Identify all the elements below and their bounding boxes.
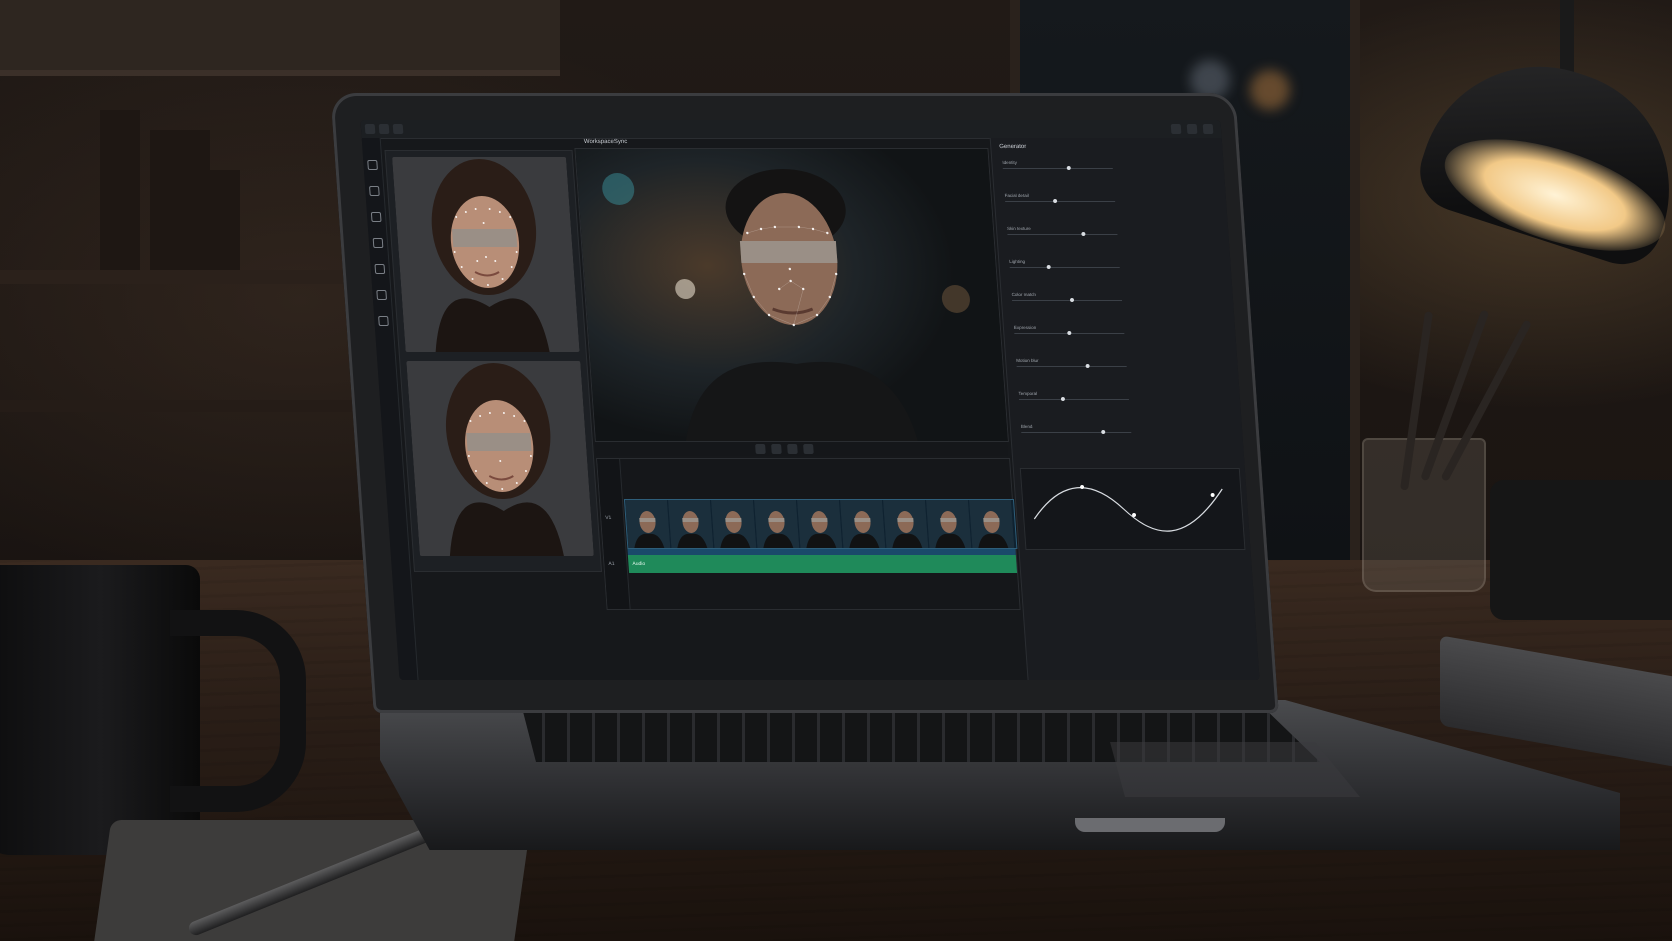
slider-knob[interactable] — [1100, 430, 1105, 434]
picture-frame — [0, 0, 560, 76]
settings-slider[interactable] — [1018, 397, 1129, 401]
play-icon[interactable] — [787, 444, 798, 454]
track-label-audio: A1 — [608, 561, 615, 567]
folder-open-icon[interactable] — [771, 444, 782, 454]
reference-faces-panel — [384, 150, 603, 572]
settings-slider[interactable] — [1009, 265, 1120, 269]
bokeh-light — [1250, 70, 1290, 110]
mask-icon[interactable] — [376, 290, 388, 300]
settings-row-label: Lighting — [1009, 259, 1026, 264]
slider-knob[interactable] — [1061, 397, 1066, 401]
main-video-viewer[interactable] — [574, 148, 1009, 442]
slider-knob[interactable] — [1052, 199, 1057, 203]
curve-graph-plot — [1033, 485, 1223, 532]
tab-sync[interactable]: Sync — [614, 139, 628, 145]
app-top-bar — [360, 120, 1222, 139]
settings-row: Blend — [1021, 424, 1222, 438]
settings-row-label: Expression — [1013, 325, 1037, 330]
folder-icon[interactable] — [378, 124, 390, 134]
audio-track-label: Audio — [632, 561, 646, 567]
settings-slider[interactable] — [1016, 364, 1127, 368]
settings-row-label: Identity — [1002, 160, 1018, 165]
timeline-clip-thumbnail[interactable] — [839, 500, 886, 548]
settings-row: Motion blur — [1016, 358, 1217, 372]
book — [100, 110, 140, 270]
slider-knob[interactable] — [1046, 265, 1051, 269]
settings-row-label: Color match — [1011, 292, 1037, 297]
skip-back-icon[interactable] — [755, 444, 766, 454]
settings-row-label: Facial detail — [1004, 193, 1029, 198]
reference-face-2[interactable] — [406, 361, 594, 556]
settings-row-label: Blend — [1020, 424, 1033, 429]
timeline-clip-thumbnail[interactable] — [667, 500, 714, 548]
video-track-clips[interactable] — [623, 499, 1018, 549]
settings-icon[interactable] — [1170, 124, 1182, 134]
menu-icon[interactable] — [364, 124, 376, 134]
pen-cup — [1362, 438, 1486, 592]
book — [180, 170, 240, 270]
camera — [1490, 480, 1672, 620]
timeline-clip-thumbnail[interactable] — [882, 500, 929, 548]
track-label-video: V1 — [605, 515, 612, 521]
timeline-clip-thumbnail[interactable] — [968, 500, 1015, 548]
curve-graph[interactable] — [1019, 468, 1246, 550]
laptop-screen: Workspace Sync V1 A1 Audio Generator Ide… — [360, 120, 1260, 680]
laptop-lid-notch — [1075, 818, 1225, 832]
slider-knob[interactable] — [1070, 298, 1075, 302]
settings-row: Color match — [1011, 292, 1212, 306]
settings-row: Lighting — [1009, 259, 1210, 273]
settings-row-label: Temporal — [1018, 391, 1038, 396]
timeline-clip-thumbnail[interactable] — [710, 500, 757, 548]
settings-row-label: Skin texture — [1006, 226, 1031, 231]
window-icon[interactable] — [1202, 124, 1214, 134]
generator-settings-panel: Generator Identity Facial detail Skin text… — [989, 138, 1260, 680]
search-icon[interactable] — [370, 212, 382, 222]
settings-row: Facial detail — [1005, 193, 1206, 207]
share-icon[interactable] — [1186, 124, 1198, 134]
export-icon[interactable] — [378, 316, 389, 326]
slider-knob[interactable] — [1066, 166, 1071, 170]
settings-row: Identity — [1002, 160, 1203, 174]
settings-row: Expression — [1014, 325, 1215, 339]
timeline-clip-thumbnail[interactable] — [624, 500, 671, 548]
reference-face-2-image — [406, 361, 594, 556]
settings-row: Skin texture — [1007, 226, 1208, 240]
timeline-clip-thumbnail[interactable] — [925, 500, 972, 548]
comment-icon[interactable] — [374, 264, 386, 274]
playback-controls — [594, 442, 1008, 456]
timeline-clip-thumbnail[interactable] — [796, 500, 843, 548]
settings-row: Temporal — [1018, 391, 1219, 405]
face-icon[interactable] — [372, 238, 384, 248]
timeline-panel: V1 A1 Audio — [596, 458, 1021, 610]
slider-knob[interactable] — [1067, 331, 1072, 335]
desk-scene: Workspace Sync V1 A1 Audio Generator Ide… — [0, 0, 1672, 941]
slider-knob[interactable] — [1081, 232, 1086, 236]
slider-knob[interactable] — [1085, 364, 1090, 368]
undo-icon[interactable] — [392, 124, 404, 134]
mug-handle — [170, 610, 306, 812]
settings-slider[interactable] — [1007, 232, 1118, 236]
viewer-frame-image — [575, 149, 1008, 441]
settings-slider[interactable] — [1002, 166, 1113, 170]
settings-slider[interactable] — [1012, 298, 1123, 302]
reference-face-1[interactable] — [392, 157, 580, 352]
panel-title: Generator — [999, 144, 1027, 150]
timeline-clip-thumbnail[interactable] — [753, 500, 800, 548]
settings-slider[interactable] — [1005, 199, 1116, 203]
layers-icon[interactable] — [369, 186, 380, 196]
settings-slider[interactable] — [1014, 331, 1125, 335]
select-tool-icon[interactable] — [367, 160, 378, 170]
loop-icon[interactable] — [803, 444, 814, 454]
audio-track[interactable]: Audio — [627, 555, 1018, 573]
settings-row-label: Motion blur — [1016, 358, 1039, 363]
reference-face-1-image — [392, 157, 580, 352]
tab-workspace[interactable]: Workspace — [584, 139, 614, 145]
settings-slider[interactable] — [1021, 430, 1132, 434]
